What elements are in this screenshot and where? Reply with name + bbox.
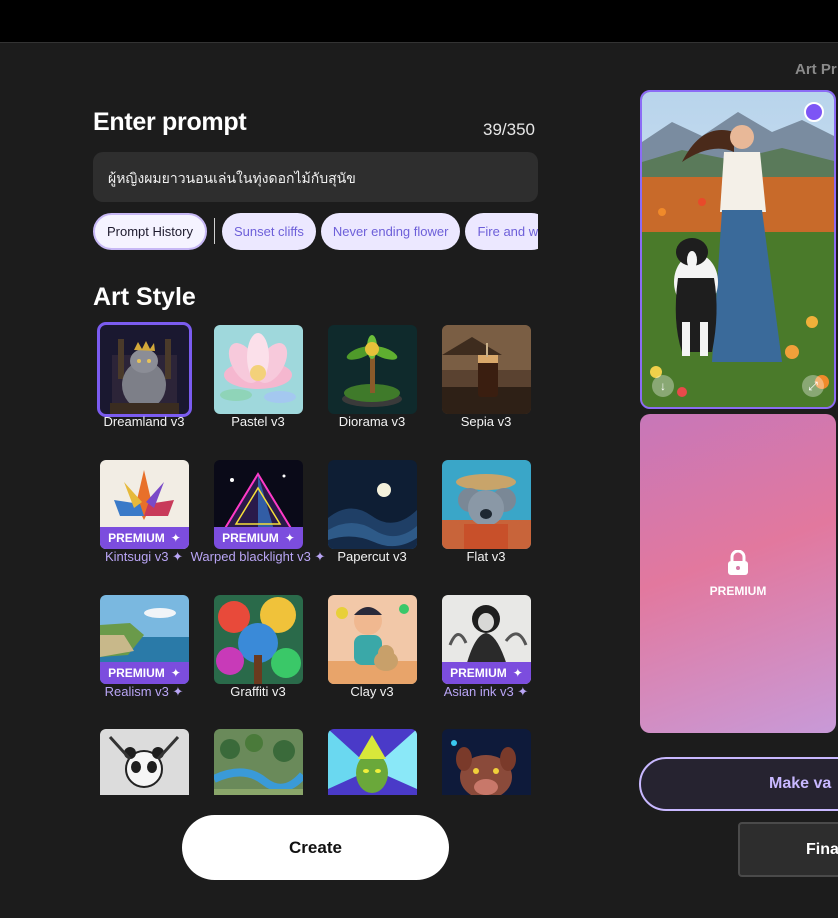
style-thumbnail[interactable]: PREMIUM ✦ xyxy=(100,595,189,684)
make-variation-button[interactable]: Make va xyxy=(639,757,838,811)
style-label: Pastel v3 xyxy=(231,414,285,429)
suggestion-chip[interactable]: Sunset cliffs xyxy=(221,212,316,250)
style-label: Sepia v3 xyxy=(460,414,512,429)
suggestion-chip[interactable]: Never ending flower xyxy=(320,212,461,250)
create-button[interactable]: Create xyxy=(182,815,449,880)
style-label: Papercut v3 xyxy=(337,549,407,564)
style-label: Kintsugi v3 ✦ xyxy=(104,549,184,564)
chip-divider xyxy=(213,218,215,244)
style-label: Diorama v3 xyxy=(338,414,406,429)
style-thumbnail[interactable] xyxy=(442,325,531,414)
style-label: Asian ink v3 ✦ xyxy=(443,684,529,699)
style-thumbnail[interactable]: PREMIUM ✦ xyxy=(214,460,303,549)
premium-badge: PREMIUM ✦ xyxy=(214,527,303,549)
style-thumbnail[interactable] xyxy=(100,729,189,795)
style-thumbnail[interactable] xyxy=(442,460,531,549)
locked-label: PREMIUM xyxy=(709,583,767,598)
style-thumbnail[interactable]: PREMIUM ✦ xyxy=(442,595,531,684)
prompt-chips: Prompt History Sunset cliffs Never endin… xyxy=(93,212,538,250)
style-label: Dreamland v3 xyxy=(103,414,185,429)
download-icon[interactable]: ↓ xyxy=(652,375,674,397)
style-label: Clay v3 xyxy=(350,684,394,699)
premium-badge: PREMIUM ✦ xyxy=(442,662,531,684)
premium-badge: PREMIUM ✦ xyxy=(100,662,189,684)
prompt-history-button[interactable]: Prompt History xyxy=(93,212,207,250)
style-thumbnail[interactable] xyxy=(328,729,417,795)
style-thumbnail[interactable]: PREMIUM ✦ xyxy=(100,460,189,549)
suggestion-chip[interactable]: Fire and w xyxy=(465,212,538,250)
finalize-button[interactable]: Fina xyxy=(738,822,838,877)
style-thumbnail[interactable] xyxy=(97,322,192,417)
generated-image-card[interactable]: ↓ ⤢ xyxy=(640,90,836,409)
selection-indicator[interactable] xyxy=(804,102,824,122)
art-style-title: Art Style xyxy=(93,283,196,311)
character-count: 39/350 xyxy=(483,120,535,139)
style-label: Graffiti v3 xyxy=(230,684,286,699)
top-bar xyxy=(0,0,838,43)
art-style-grid: Dreamland v3 Pastel v3 Diorama v3 Sepia … xyxy=(93,318,543,795)
generated-image xyxy=(642,92,834,407)
style-thumbnail[interactable] xyxy=(214,325,303,414)
style-label: Flat v3 xyxy=(466,549,506,564)
style-thumbnail[interactable] xyxy=(328,325,417,414)
style-label: Realism v3 ✦ xyxy=(104,684,184,699)
style-thumbnail[interactable] xyxy=(328,595,417,684)
prompt-title: Enter prompt xyxy=(93,108,247,136)
style-thumbnail[interactable] xyxy=(442,729,531,795)
premium-badge: PREMIUM ✦ xyxy=(100,527,189,549)
locked-premium-card[interactable]: PREMIUM xyxy=(640,414,836,733)
style-label: Warped blacklight v3 ✦ xyxy=(190,549,326,564)
expand-icon[interactable]: ⤢ xyxy=(802,375,824,397)
lock-icon xyxy=(728,549,748,575)
art-preview-tab[interactable]: Art Pr xyxy=(795,61,837,78)
style-thumbnail[interactable] xyxy=(214,595,303,684)
style-thumbnail[interactable] xyxy=(214,729,303,795)
style-thumbnail[interactable] xyxy=(328,460,417,549)
prompt-input[interactable]: ผู้หญิงผมยาวนอนเล่นในทุ่งดอกไม้กับสุนัข xyxy=(93,152,538,202)
